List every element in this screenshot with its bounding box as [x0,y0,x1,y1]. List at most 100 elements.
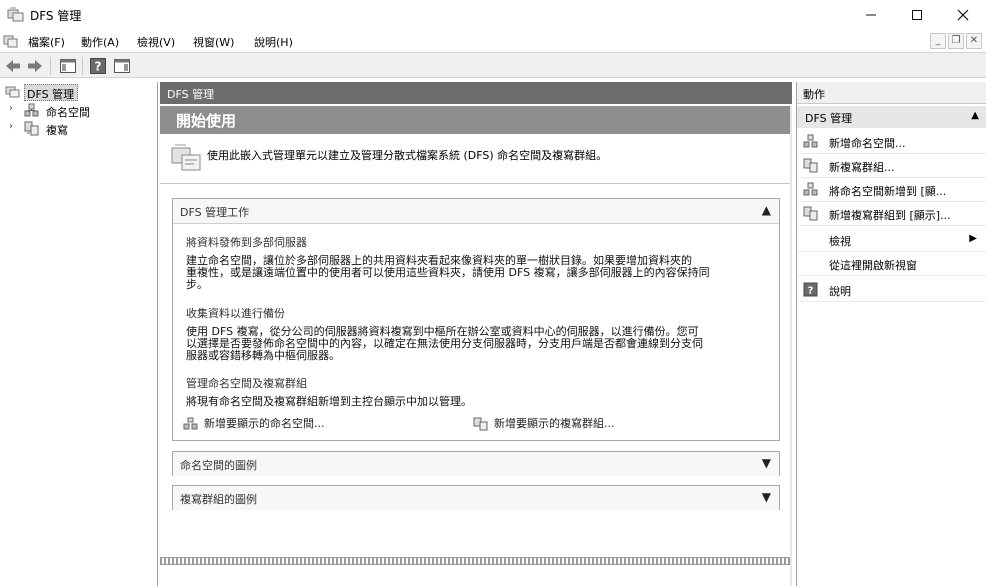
mmc-document-icon[interactable] [3,33,19,49]
action-label: 新增命名空間... [829,137,906,150]
close-icon [957,9,969,21]
dfs-management-large-icon [171,144,201,171]
new-replication-group-icon [803,158,818,173]
link-label[interactable]: 新增要顯示的複寫群組... [494,417,615,430]
tree-item-dfs-management[interactable]: DFS 管理 [0,84,158,101]
result-pane: DFS 管理 開始使用 使用此嵌入式管理單元以建立及管理分散式檔案系統 (DFS… [160,82,792,586]
action-add-replication-group-to-display[interactable]: 新增複寫群組到 [顯示]... [797,202,986,226]
menu-window[interactable]: 視窗(W) [193,34,234,50]
action-add-namespace-to-display[interactable]: 將命名空間新增到 [顯... [797,178,986,202]
section-text-line: 將現有命名空間及複寫群組新增到主控台顯示中加以管理。 [186,395,472,408]
add-replication-group-icon [803,206,818,221]
expand-down-icon[interactable]: ▼ [762,490,771,504]
namespace-icon [183,417,198,430]
panel-title: DFS 管理工作 [180,206,250,219]
maximize-button[interactable] [894,0,940,30]
pane-splitter[interactable] [160,557,790,565]
link-label[interactable]: 新增要顯示的命名空間... [204,417,325,430]
result-pane-scrollbar[interactable] [790,106,792,586]
section-text: 建立命名空間，讓位於多部伺服器上的共用資料夾看起來像資料夾的單一樹狀目錄。如果要… [186,255,746,291]
menu-help[interactable]: 說明(H) [254,34,293,50]
section-text-line: 步。 [186,278,208,291]
menu-action[interactable]: 動作(A) [81,34,119,50]
help-icon[interactable]: ? [89,57,107,75]
tree-item-replication[interactable]: › 複寫 [0,120,158,137]
add-namespace-icon [803,182,818,196]
replication-legend-header[interactable]: 複寫群組的圖例 ▼ [173,486,779,510]
submenu-arrow-icon: ▶ [969,233,977,244]
section-text-line: 重複性，或是讓遠端位置中的使用者可以使用這些資料夾，請使用 DFS 複寫，讓多部… [186,266,710,279]
namespace-icon [24,103,39,117]
mdi-restore-button[interactable]: ❐ [948,33,964,49]
panel-title: 複寫群組的圖例 [180,493,257,506]
back-arrow-icon[interactable] [4,57,22,75]
new-namespace-icon [803,134,818,148]
action-pane-icon[interactable] [113,57,131,75]
tree-label: 命名空間 [46,106,90,119]
dfs-tasks-panel: DFS 管理工作 ▲ 將資料發佈到多部伺服器 建立命名空間，讓位於多部伺服器上的… [172,198,780,441]
toolbar: ? [0,52,986,78]
namespace-legend-header[interactable]: 命名空間的圖例 ▼ [173,452,779,476]
action-label: 新複寫群組... [829,161,895,174]
menu-bar: 檔案(F) 動作(A) 檢視(V) 視窗(W) 說明(H) _ ❐ ✕ [0,30,986,52]
namespace-legend-panel[interactable]: 命名空間的圖例 ▼ [172,451,780,476]
actions-header: 動作 [797,82,986,104]
add-replication-group-to-display-link[interactable]: 新增要顯示的複寫群組... [473,415,615,431]
svg-text:?: ? [808,286,814,297]
collapse-up-icon[interactable]: ▲ [762,203,771,217]
action-new-replication-group[interactable]: 新複寫群組... [797,154,986,178]
action-label: 檢視 [829,235,851,248]
action-new-namespace[interactable]: 新增命名空間... [797,130,986,154]
action-view[interactable]: 檢視 ▶ [797,228,986,252]
panel-title: 命名空間的圖例 [180,459,257,472]
action-label: 從這裡開啟新視窗 [829,259,917,272]
dfs-management-icon [5,86,20,98]
actions-group-label: DFS 管理 [805,112,853,125]
title-bar: DFS 管理 [0,0,986,30]
expand-down-icon[interactable]: ▼ [762,456,771,470]
console-tree-icon[interactable] [59,57,77,75]
collapse-up-icon[interactable]: ▲ [971,110,979,121]
mdi-close-button[interactable]: ✕ [966,33,982,49]
toolbar-separator [50,57,51,75]
section-text: 將現有命名空間及複寫群組新增到主控台顯示中加以管理。 [186,396,746,408]
help-icon: ? [803,282,818,297]
expand-chevron-icon[interactable]: › [9,103,13,114]
dfs-app-icon [7,7,24,22]
mdi-minimize-button[interactable]: _ [930,33,946,49]
getting-started-banner: 開始使用 [160,106,790,134]
result-pane-header: DFS 管理 [160,82,792,104]
section-title: 將資料發佈到多部伺服器 [186,236,307,249]
menu-view[interactable]: 檢視(V) [137,34,175,50]
add-namespace-to-display-link[interactable]: 新增要顯示的命名空間... [183,415,325,431]
action-help[interactable]: ? 說明 [797,278,986,302]
action-new-window-from-here[interactable]: 從這裡開啟新視窗 [797,252,986,276]
tree-item-namespaces[interactable]: › 命名空間 [0,102,158,119]
tree-label: 複寫 [46,124,68,137]
expand-chevron-icon[interactable]: › [9,121,13,132]
action-label: 說明 [829,285,851,298]
section-text-line: 服器或容錯移轉為中樞伺服器。 [186,349,340,362]
maximize-icon [912,10,922,20]
actions-pane: 動作 DFS 管理 ▲ 新增命名空間... 新複寫群組... 將命名空間新增到 … [796,82,986,586]
close-button[interactable] [940,0,986,30]
forward-arrow-icon[interactable] [26,57,44,75]
actions-group-dfs-management[interactable]: DFS 管理 ▲ [797,106,986,128]
dfs-tasks-panel-body: 將資料發佈到多部伺服器 建立命名空間，讓位於多部伺服器上的共用資料夾看起來像資料… [173,223,779,440]
section-text: 使用 DFS 複寫，從分公司的伺服器將資料複寫到中樞所在辦公室或資料中心的伺服器… [186,326,746,362]
window-title: DFS 管理 [30,9,82,23]
dfs-tasks-panel-header[interactable]: DFS 管理工作 ▲ [173,199,779,223]
tree-label: DFS 管理 [27,88,75,101]
minimize-button[interactable] [848,0,894,30]
minimize-icon [866,14,876,16]
menu-file[interactable]: 檔案(F) [28,34,65,50]
replication-icon [24,121,39,136]
replication-legend-panel[interactable]: 複寫群組的圖例 ▼ [172,485,780,510]
section-title: 管理命名空間及複寫群組 [186,377,307,390]
svg-text:?: ? [95,60,102,74]
intro-text: 使用此嵌入式管理單元以建立及管理分散式檔案系統 (DFS) 命名空間及複寫群組。 [207,149,608,162]
toolbar-separator [82,57,83,75]
mdi-controls: _ ❐ ✕ [930,33,982,49]
console-tree: DFS 管理 › 命名空間 › 複寫 [0,82,158,586]
action-label: 新增複寫群組到 [顯示]... [829,209,951,222]
